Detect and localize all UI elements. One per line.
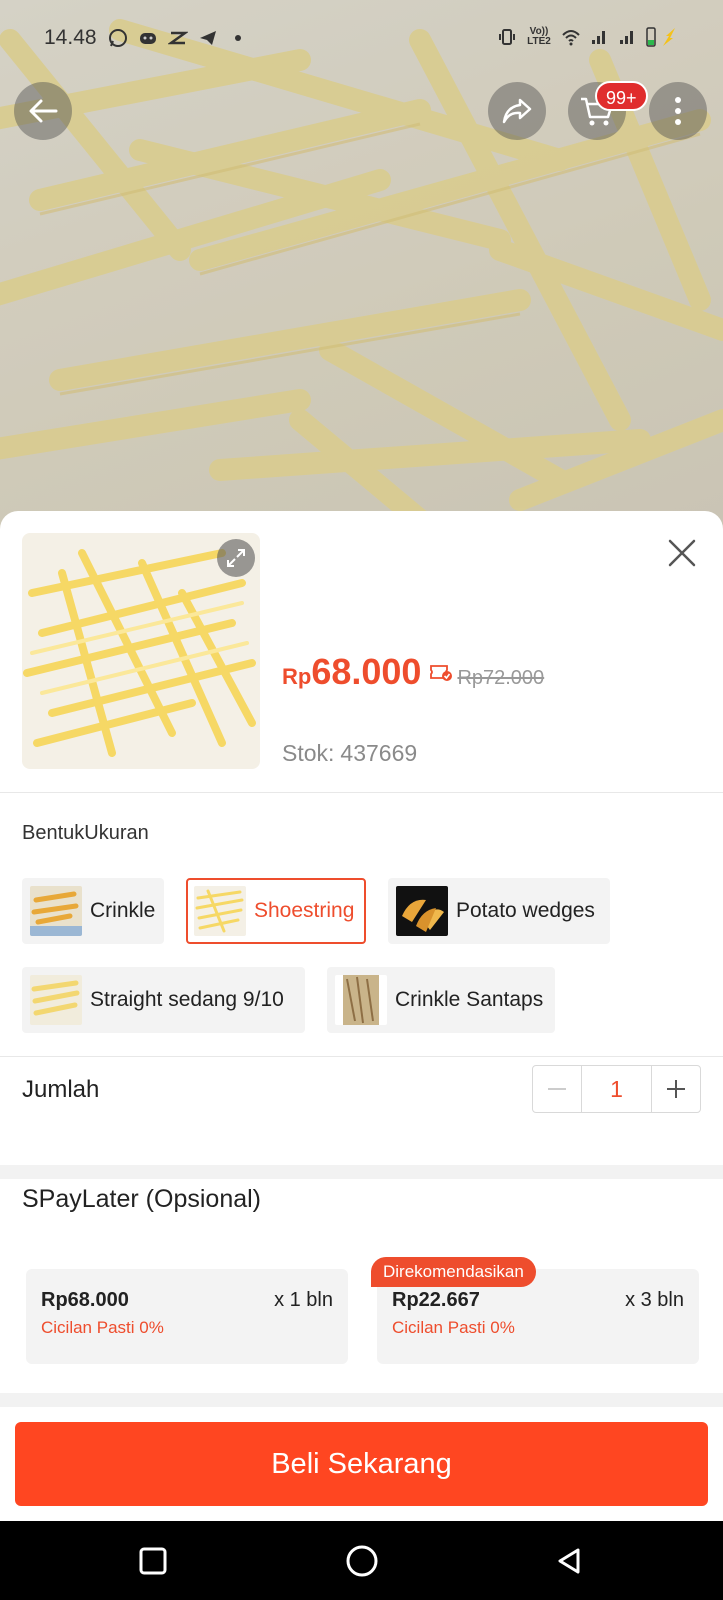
minus-icon: [548, 1088, 566, 1090]
capcut-icon: [168, 31, 188, 45]
variant-thumbnail: [30, 975, 82, 1025]
paylater-plan-1-month[interactable]: Rp68.000 x 1 bln Cicilan Pasti 0%: [26, 1269, 348, 1364]
discord-icon: [140, 33, 156, 44]
price-currency: Rp: [282, 664, 312, 689]
price-amount: 68.000: [311, 651, 422, 692]
home-circle-icon: [346, 1545, 378, 1577]
variant-thumbnail: [335, 975, 387, 1025]
potato-wedges-thumbnail-image: [396, 886, 448, 936]
share-icon: [502, 98, 532, 124]
variant-thumbnail: [194, 886, 246, 936]
variant-chip-potato-wedges[interactable]: Potato wedges: [388, 878, 610, 944]
share-button[interactable]: [488, 82, 546, 140]
product-thumbnail[interactable]: [22, 533, 260, 769]
expand-icon: [227, 549, 245, 567]
variant-bottom-sheet: Rp 68.000 Rp72.000 Stok: 437669 BentukUku…: [0, 511, 723, 1521]
stock-value: 437669: [340, 740, 418, 766]
recents-button[interactable]: [133, 1541, 173, 1581]
signal-icon: [620, 31, 633, 44]
recommended-badge: Direkomendasikan: [371, 1257, 536, 1287]
plan-note: Cicilan Pasti 0%: [392, 1318, 515, 1337]
close-icon: [668, 539, 696, 567]
variant-chip-straight-sedang[interactable]: Straight sedang 9/10: [22, 967, 305, 1033]
variant-label: Crinkle Santaps: [395, 988, 544, 1011]
variant-label: Shoestring: [254, 899, 355, 922]
quantity-label: Jumlah: [22, 1076, 100, 1103]
quantity-value[interactable]: 1: [581, 1066, 652, 1112]
status-time: 14.48: [44, 26, 97, 49]
signal-icon: [592, 31, 605, 44]
variant-thumbnail: [30, 886, 82, 936]
variant-label: Straight sedang 9/10: [90, 988, 284, 1011]
quantity-stepper: 1: [532, 1065, 701, 1113]
shoestring-thumbnail-image: [194, 886, 246, 936]
expand-image-button[interactable]: [217, 539, 255, 577]
notification-icons: [108, 28, 248, 48]
variant-section-title: BentukUkuran: [22, 822, 149, 844]
volte-label: Vo)) LTE2: [527, 26, 551, 47]
paylater-title: SPayLater (Opsional): [22, 1185, 262, 1213]
more-vertical-icon: [675, 97, 681, 125]
voucher-discount-icon: [430, 665, 453, 681]
section-separator: [0, 1165, 723, 1179]
increase-quantity-button[interactable]: [652, 1066, 700, 1112]
crinkle-thumbnail-image: [30, 886, 82, 936]
recents-square-icon: [139, 1547, 167, 1575]
vibrate-icon: [499, 29, 515, 45]
whatsapp-icon: [109, 29, 127, 47]
status-bar: 14.48 Vo)) LTE2: [0, 0, 723, 80]
back-nav-button[interactable]: [549, 1541, 589, 1581]
wifi-icon: [562, 30, 580, 46]
variant-chip-shoestring[interactable]: Shoestring: [186, 878, 366, 944]
system-icons: Vo)) LTE2: [497, 26, 681, 48]
straight-thumbnail-image: [30, 975, 82, 1025]
close-sheet-button[interactable]: [664, 535, 700, 571]
battery-charging-icon: [646, 27, 675, 47]
more-options-button[interactable]: [649, 82, 707, 140]
home-button[interactable]: [342, 1541, 382, 1581]
back-arrow-icon: [29, 99, 58, 123]
variant-chip-crinkle-santaps[interactable]: Crinkle Santaps: [327, 967, 555, 1033]
decrease-quantity-button[interactable]: [533, 1066, 581, 1112]
variant-thumbnail: [396, 886, 448, 936]
divider: [0, 1056, 723, 1057]
dot-icon: [235, 35, 241, 41]
system-navigation-bar: [0, 1521, 723, 1600]
variant-label: Potato wedges: [456, 899, 595, 922]
plan-row: Rp68.000 x 1 bln: [41, 1289, 333, 1312]
price-row: Rp 68.000 Rp72.000: [282, 651, 544, 693]
variant-label: Crinkle: [90, 899, 156, 922]
plan-note: Cicilan Pasti 0%: [41, 1318, 164, 1337]
plan-term: x 1 bln: [274, 1289, 333, 1311]
telegram-icon: [200, 31, 216, 45]
buy-now-button[interactable]: Beli Sekarang: [15, 1422, 708, 1506]
back-triangle-icon: [558, 1548, 580, 1574]
plus-icon: [667, 1080, 685, 1098]
variant-chip-crinkle[interactable]: Crinkle: [22, 878, 164, 944]
section-separator: [0, 1393, 723, 1407]
divider: [0, 792, 723, 793]
plan-term: x 3 bln: [625, 1289, 684, 1311]
cart-count-badge: 99+: [595, 81, 648, 111]
plan-amount: Rp22.667: [392, 1289, 480, 1311]
crinkle-santaps-thumbnail-image: [335, 975, 387, 1025]
plan-amount: Rp68.000: [41, 1289, 129, 1311]
plan-row: Rp22.667 x 3 bln: [392, 1289, 684, 1312]
stock-info: Stok: 437669: [282, 740, 417, 767]
original-price: Rp72.000: [457, 667, 545, 689]
stock-label: Stok:: [282, 740, 335, 766]
back-button[interactable]: [14, 82, 72, 140]
